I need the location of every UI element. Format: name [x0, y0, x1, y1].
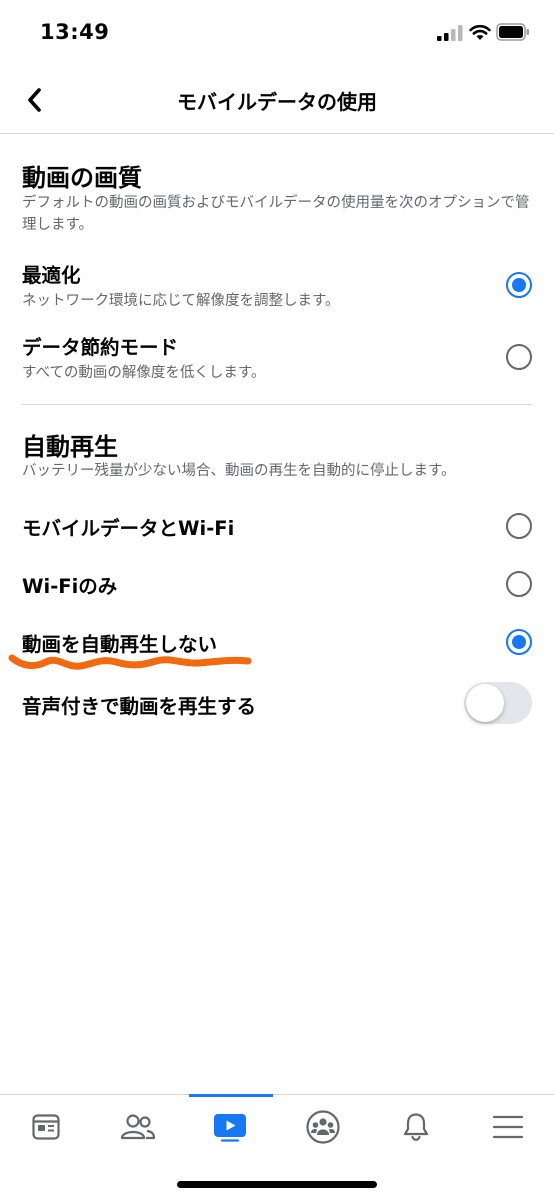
tab-groups[interactable] — [277, 1095, 369, 1159]
option-data-saver[interactable]: データ節約モード すべての動画の解像度を低くします。 — [0, 328, 554, 386]
option-description: すべての動画の解像度を低くします。 — [22, 365, 266, 381]
autoplay-description: バッテリー残量が少ない場合、動画の再生を自動的に停止します。 — [22, 463, 456, 479]
option-label: モバイルデータとWi-Fi — [22, 517, 235, 540]
section-divider — [22, 404, 532, 405]
tab-news-feed[interactable] — [0, 1095, 92, 1159]
radio-button[interactable] — [506, 344, 532, 370]
option-mobile-data-and-wifi[interactable]: モバイルデータとWi-Fi — [0, 506, 554, 546]
hand-drawn-underline-annotation — [8, 654, 252, 670]
home-indicator[interactable] — [177, 1181, 377, 1188]
toggle-knob — [466, 684, 504, 722]
groups-icon — [306, 1110, 340, 1144]
radio-button[interactable] — [506, 513, 532, 539]
autoplay-heading: 自動再生 — [22, 433, 118, 461]
sound-autoplay-toggle[interactable] — [464, 682, 532, 724]
option-wifi-only[interactable]: Wi-Fiのみ — [0, 564, 554, 604]
status-bar: 13:49 — [0, 0, 554, 66]
video-quality-heading: 動画の画質 — [22, 164, 142, 192]
menu-icon — [492, 1115, 524, 1139]
nav-bar: モバイルデータの使用 — [0, 66, 554, 134]
tab-notifications[interactable] — [370, 1095, 462, 1159]
sound-autoplay-label: 音声付きで動画を再生する — [22, 695, 257, 718]
battery-icon — [496, 23, 529, 41]
tab-friends[interactable] — [92, 1095, 184, 1159]
tab-watch[interactable] — [184, 1095, 276, 1159]
news-feed-icon — [32, 1114, 60, 1140]
option-label: データ節約モード — [22, 336, 179, 359]
option-label: Wi-Fiのみ — [22, 575, 118, 598]
option-optimize[interactable]: 最適化 ネットワーク環境に応じて解像度を調整します。 — [0, 256, 554, 314]
watch-icon — [214, 1114, 246, 1142]
page-title: モバイルデータの使用 — [177, 90, 377, 114]
cellular-signal-icon — [437, 25, 463, 41]
friends-icon — [120, 1114, 156, 1140]
radio-button[interactable] — [506, 571, 532, 597]
notifications-bell-icon — [403, 1113, 429, 1141]
status-time: 13:49 — [40, 20, 110, 44]
radio-button-selected[interactable] — [506, 629, 532, 655]
video-quality-description: デフォルトの動画の画質およびモバイルデータの使用量を次のオプションで管理します。 — [22, 195, 530, 233]
tab-menu[interactable] — [462, 1095, 554, 1159]
option-description: ネットワーク環境に応じて解像度を調整します。 — [22, 293, 340, 309]
option-label: 最適化 — [22, 264, 81, 287]
radio-button-selected[interactable] — [506, 272, 532, 298]
wifi-icon — [469, 24, 491, 40]
